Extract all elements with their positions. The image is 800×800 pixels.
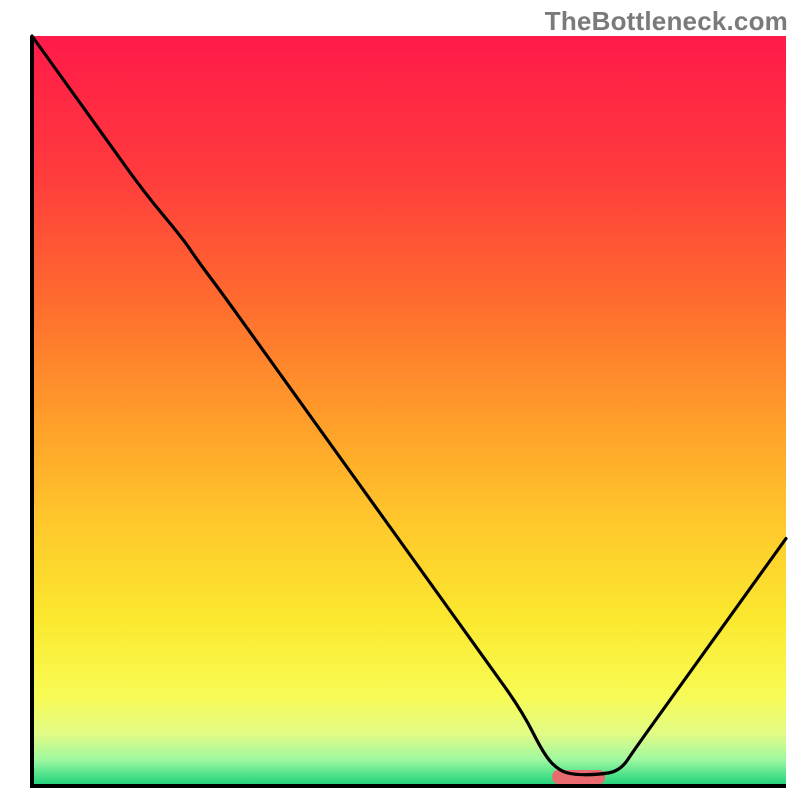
chart-container: TheBottleneck.com — [0, 0, 800, 800]
optimum-marker — [552, 770, 605, 784]
watermark-text: TheBottleneck.com — [545, 6, 788, 37]
gradient-background — [32, 36, 786, 786]
bottleneck-chart — [0, 0, 800, 800]
